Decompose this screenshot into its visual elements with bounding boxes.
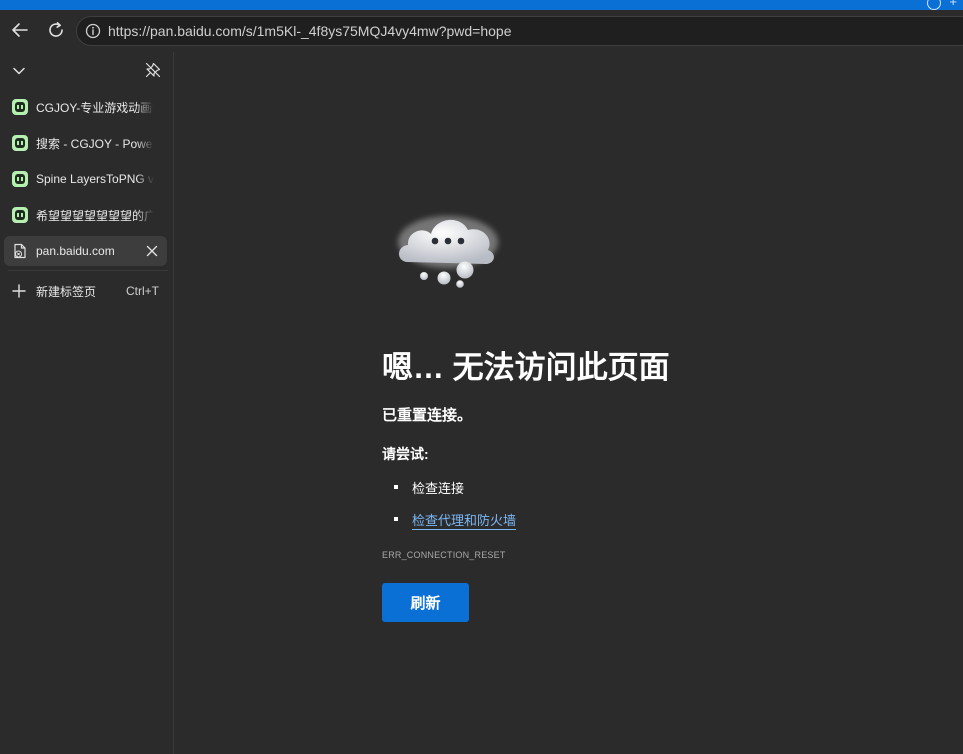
- vertical-tab-sidebar: CGJOY-专业游戏动画特效 搜索 - CGJOY - Powered Spin…: [0, 52, 174, 754]
- tab-title: Spine LayersToPNG v2.2: [36, 172, 154, 186]
- suggestion-text: 检查连接: [412, 481, 465, 496]
- check-proxy-firewall-link[interactable]: 检查代理和防火墙: [412, 513, 517, 530]
- refresh-button[interactable]: [44, 18, 68, 42]
- cgjoy-favicon-icon: [12, 135, 28, 151]
- list-item: 检查代理和防火墙: [382, 510, 517, 542]
- error-message: 已重置连接。: [382, 407, 473, 424]
- tab-title: 搜索 - CGJOY - Powered: [36, 136, 154, 151]
- tab-item[interactable]: 希望望望望望望望的广告: [4, 200, 167, 230]
- error-page-icon: [14, 243, 26, 259]
- cgjoy-favicon-icon: [12, 207, 28, 223]
- tab-title: pan.baidu.com: [36, 244, 115, 258]
- error-code: ERR_CONNECTION_RESET: [382, 550, 506, 560]
- tab-title: CGJOY-专业游戏动画特效: [36, 100, 154, 115]
- plus-icon: [12, 284, 26, 298]
- divider: [8, 270, 168, 271]
- suggestion-list: 检查连接 检查代理和防火墙: [382, 478, 517, 542]
- window-title-bar: +: [0, 0, 963, 10]
- plus-icon[interactable]: +: [949, 0, 957, 9]
- cgjoy-favicon-icon: [12, 171, 28, 187]
- arrow-left-icon: [12, 23, 28, 37]
- browser-toolbar: https://pan.baidu.com/s/1m5Kl-_4f8ys75MQ…: [0, 10, 963, 52]
- unpin-icon[interactable]: [144, 61, 162, 79]
- address-bar[interactable]: https://pan.baidu.com/s/1m5Kl-_4f8ys75MQ…: [76, 16, 963, 46]
- page-title: 嗯… 无法访问此页面: [382, 350, 670, 385]
- list-item: 检查连接: [382, 478, 516, 510]
- address-url[interactable]: https://pan.baidu.com/s/1m5Kl-_4f8ys75MQ…: [108, 23, 512, 39]
- globe-icon[interactable]: [927, 0, 941, 10]
- cloud-error-icon: [398, 216, 498, 288]
- try-label: 请尝试:: [382, 446, 429, 462]
- tab-item[interactable]: Spine LayersToPNG v2.2: [4, 164, 167, 194]
- info-icon[interactable]: [85, 23, 101, 39]
- tab-item-active[interactable]: pan.baidu.com: [4, 236, 167, 266]
- new-tab-label: 新建标签页: [36, 284, 97, 299]
- tab-item[interactable]: CGJOY-专业游戏动画特效: [4, 92, 167, 122]
- tab-item[interactable]: 搜索 - CGJOY - Powered: [4, 128, 167, 158]
- close-tab-icon[interactable]: [145, 244, 159, 258]
- cgjoy-favicon-icon: [12, 99, 28, 115]
- back-button[interactable]: [8, 18, 32, 42]
- refresh-icon: [49, 22, 63, 37]
- error-page: 嗯… 无法访问此页面 已重置连接。 请尝试: 检查连接 检查代理和防火墙 ERR…: [174, 52, 963, 754]
- refresh-page-button[interactable]: 刷新: [382, 583, 469, 622]
- tab-title: 希望望望望望望望的广告: [36, 208, 154, 223]
- new-tab-shortcut: Ctrl+T: [126, 284, 159, 298]
- new-tab-button[interactable]: 新建标签页 Ctrl+T: [4, 276, 167, 306]
- chevron-down-icon[interactable]: [10, 62, 28, 80]
